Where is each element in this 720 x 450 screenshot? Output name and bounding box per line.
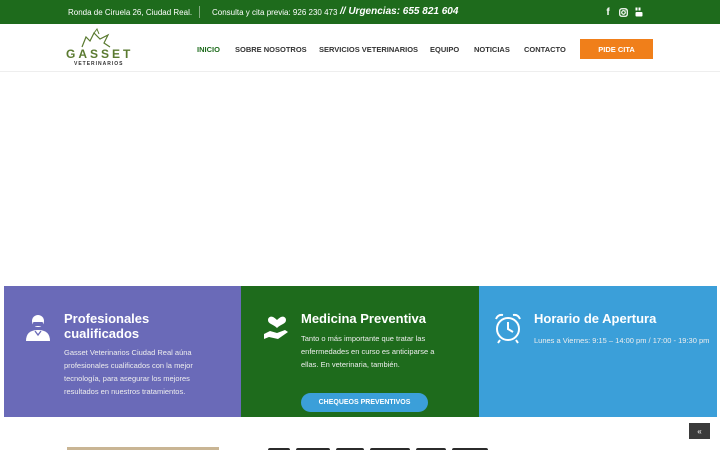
urgent-phone: // Urgencias: 655 821 604	[340, 6, 459, 17]
nav-servicios[interactable]: SERVICIOS VETERINARIOS	[319, 45, 418, 54]
pide-cita-button[interactable]: PIDE CITA	[580, 39, 653, 59]
nav-noticias[interactable]: NOTICIAS	[474, 45, 510, 54]
divider	[199, 6, 200, 18]
site-logo[interactable]: GASSET VETERINARIOS	[64, 27, 136, 69]
page: Ronda de Ciruela 26, Ciudad Real. Consul…	[0, 0, 720, 450]
doctor-icon	[26, 315, 50, 341]
nav-contacto[interactable]: CONTACTO	[524, 45, 566, 54]
nav-sobre-nosotros[interactable]: SOBRE NOSOTROS	[235, 45, 307, 54]
card-medicina: Medicina Preventiva Tanto o más importan…	[241, 286, 479, 417]
address-text: Ronda de Ciruela 26, Ciudad Real.	[68, 8, 193, 17]
scroll-to-top-button[interactable]: «	[689, 423, 710, 439]
top-bar: Ronda de Ciruela 26, Ciudad Real. Consul…	[0, 0, 720, 24]
heart-hand-icon	[264, 316, 288, 339]
alarm-clock-icon	[495, 313, 521, 344]
site-header: GASSET VETERINARIOS INICIO SOBRE NOSOTRO…	[0, 24, 720, 72]
card-text: Lunes a Viernes: 9:15 – 14:00 pm / 17:00…	[534, 336, 710, 345]
card-title: Profesionales cualificados	[64, 311, 150, 341]
card-profesionales: Profesionales cualificados Gasset Veteri…	[4, 286, 241, 417]
nav-inicio[interactable]: INICIO	[197, 45, 220, 54]
logo-subtitle: VETERINARIOS	[74, 61, 124, 67]
card-text: Tanto o más importante que tratar las en…	[301, 334, 435, 369]
chequeos-preventivos-button[interactable]: CHEQUEOS PREVENTIVOS	[301, 393, 428, 412]
card-text: Gasset Veterinarios Ciudad Real aúna pro…	[64, 348, 193, 396]
phone-text: Consulta y cita previa: 926 230 473	[212, 8, 338, 17]
section-heading-partial	[268, 445, 540, 450]
nav-equipo[interactable]: EQUIPO	[430, 45, 459, 54]
card-horario: Horario de Apertura Lunes a Viernes: 9:1…	[479, 286, 717, 417]
card-title: Horario de Apertura	[534, 311, 657, 326]
card-title: Medicina Preventiva	[301, 311, 426, 326]
facebook-icon[interactable]: f	[604, 6, 612, 18]
youtube-icon[interactable]	[634, 6, 644, 18]
logo-wordmark: GASSET	[66, 47, 134, 61]
instagram-icon[interactable]	[618, 6, 628, 18]
